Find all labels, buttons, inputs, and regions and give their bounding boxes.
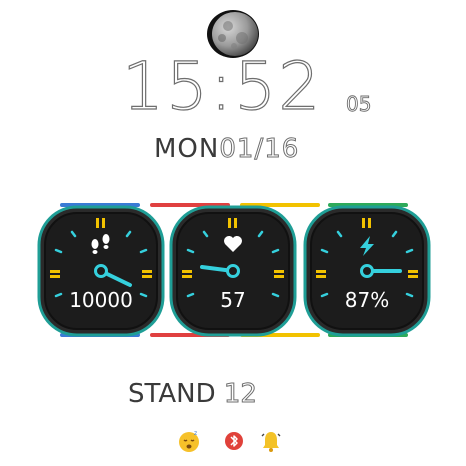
heart-rate-value: 57 [220,288,246,312]
bluetooth-icon[interactable] [221,428,247,454]
svg-text:z: z [194,430,197,437]
bell-icon[interactable] [258,428,284,454]
heart-rate-gauge[interactable]: 57 [168,204,298,338]
battery-gauge[interactable]: 87% [302,204,432,338]
steps-gauge[interactable]: 10000 [36,204,166,338]
sleep-emoji-icon[interactable]: z [176,428,202,454]
stand-label: STAND [128,379,216,409]
battery-value: 87% [344,288,390,312]
steps-value: 10000 [69,288,133,312]
stand-value: 12 [223,379,257,410]
stand-row: STAND 12 [128,376,257,412]
